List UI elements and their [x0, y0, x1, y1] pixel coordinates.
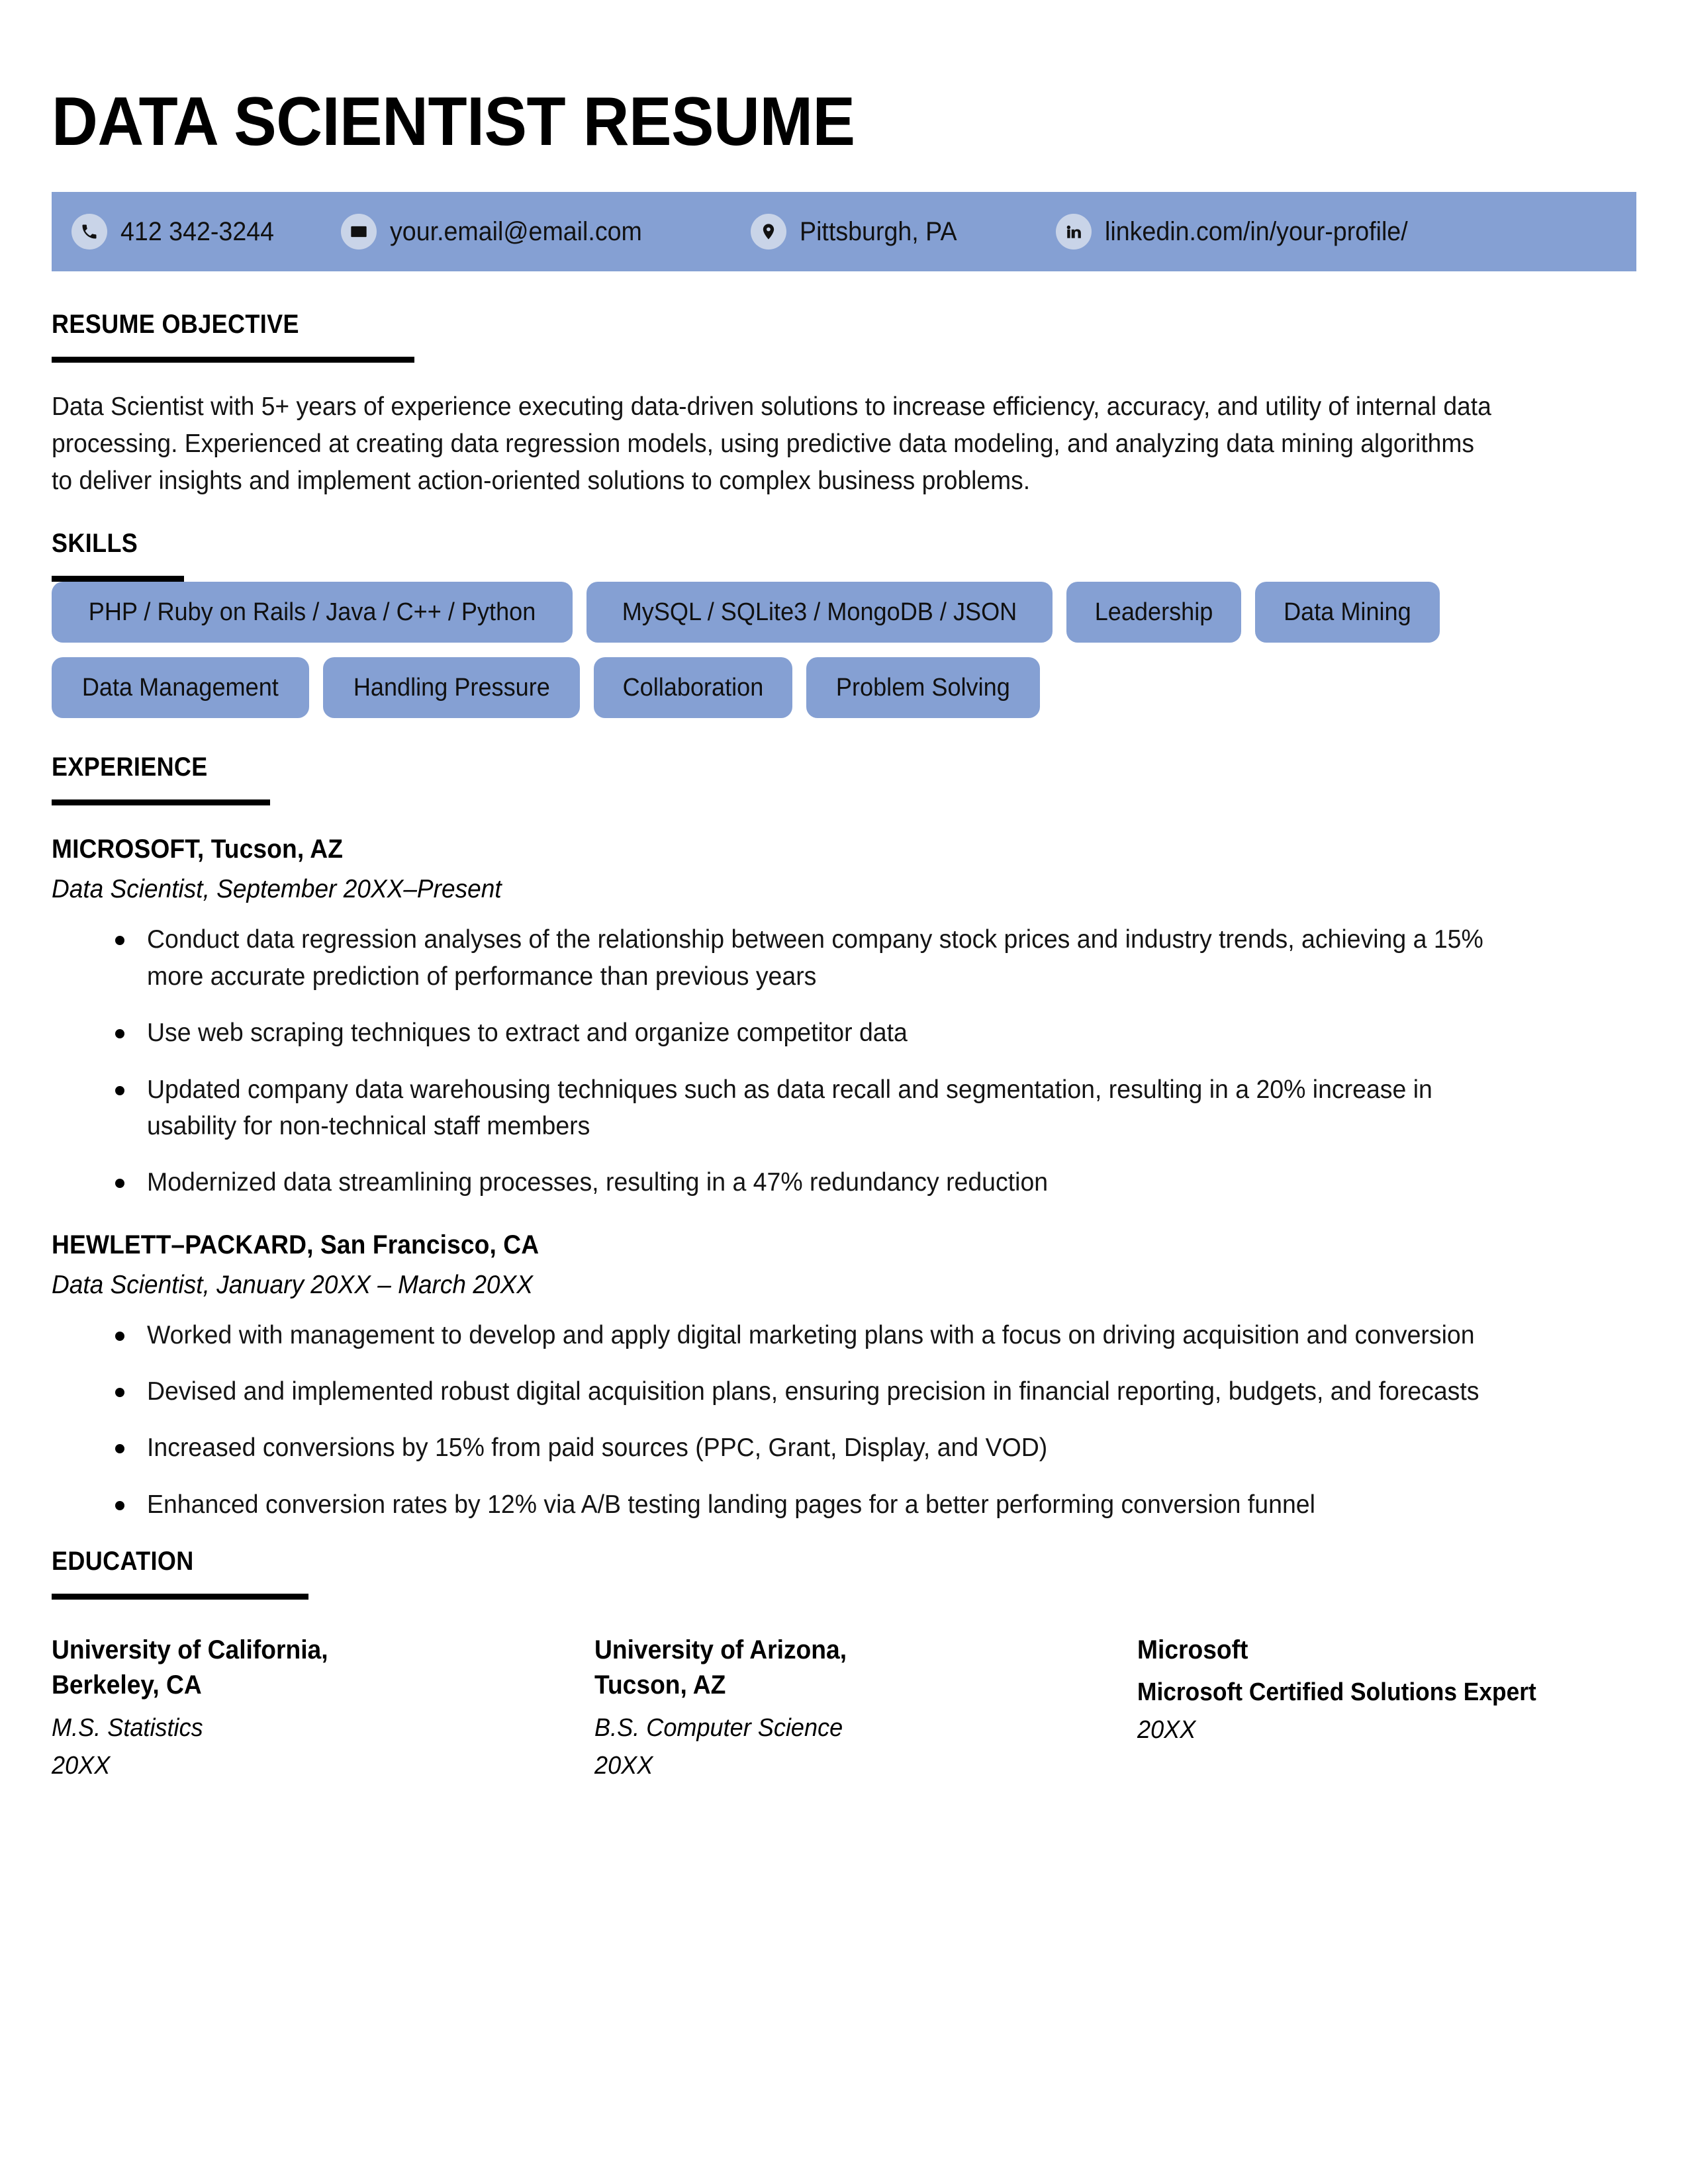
- objective-body-text: Data Scientist with 5+ years of experien…: [52, 392, 1491, 496]
- map-pin-icon: [751, 214, 787, 250]
- skill-pill: Collaboration: [594, 657, 793, 719]
- contact-location-text: Pittsburgh, PA: [800, 217, 957, 246]
- experience-job: MICROSOFT, Tucson, AZ Data Scientist, Sep…: [52, 835, 1636, 1201]
- experience-job-list: MICROSOFT, Tucson, AZ Data Scientist, Sep…: [52, 835, 1636, 1523]
- bullet-dot-icon: [115, 1085, 124, 1095]
- job-bullet-text: Devised and implemented robust digital a…: [147, 1377, 1479, 1406]
- job-bullet-list: Conduct data regression analyses of the …: [52, 921, 1636, 1201]
- job-bullet-text: Conduct data regression analyses of the …: [147, 925, 1483, 991]
- bullet-dot-icon: [115, 1029, 124, 1039]
- bullet-dot-icon: [115, 1500, 124, 1510]
- skills-pill-list: PHP / Ruby on Rails / Java / C++ / Pytho…: [52, 582, 1636, 733]
- section-rule-objective: [52, 357, 414, 363]
- job-bullet-text: Use web scraping techniques to extract a…: [147, 1019, 908, 1048]
- education-degree: Microsoft Certified Solutions Expert: [1137, 1678, 1536, 1707]
- bullet-dot-icon: [115, 936, 124, 946]
- contact-item-email[interactable]: your.email@email.com: [340, 214, 658, 250]
- section-heading-skills: SKILLS: [52, 529, 138, 559]
- contact-linkedin-text: linkedin.com/in/your-profile/: [1104, 217, 1408, 246]
- section-objective: RESUME OBJECTIVE Data Scientist with 5+ …: [52, 310, 1636, 500]
- education-school-name: University of Arizona, Tucson, AZ: [594, 1635, 847, 1700]
- education-year: 20XX: [52, 1751, 111, 1780]
- section-experience: EXPERIENCE MICROSOFT, Tucson, AZ Data Sci…: [52, 752, 1636, 1523]
- job-title-and-dates: Data Scientist, January 20XX – March 20X…: [52, 1270, 533, 1299]
- job-bullet-text: Modernized data streamlining processes, …: [147, 1168, 1049, 1197]
- skill-pill: PHP / Ruby on Rails / Java / C++ / Pytho…: [52, 582, 573, 643]
- contact-item-linkedin[interactable]: linkedin.com/in/your-profile/: [1055, 214, 1427, 250]
- job-bullet-list: Worked with management to develop and ap…: [52, 1317, 1636, 1524]
- linkedin-icon: [1055, 214, 1092, 250]
- skill-pill-label: Leadership: [1094, 598, 1213, 627]
- job-company-name: MICROSOFT, Tucson, AZ: [52, 835, 344, 864]
- skill-pill-label: Handling Pressure: [353, 674, 550, 702]
- skill-pill: Problem Solving: [806, 657, 1040, 719]
- section-rule-skills: [52, 576, 184, 582]
- bullet-dot-icon: [115, 1179, 124, 1189]
- education-degree: B.S. Computer Science: [594, 1713, 843, 1742]
- job-bullet-item: Updated company data warehousing techniq…: [52, 1071, 1636, 1145]
- job-bullet-item: Modernized data streamlining processes, …: [52, 1164, 1636, 1201]
- job-bullet-text: Increased conversions by 15% from paid s…: [147, 1433, 1048, 1463]
- skill-pill-label: Collaboration: [622, 674, 764, 702]
- contact-item-location[interactable]: Pittsburgh, PA: [751, 214, 967, 250]
- skill-pill-label: MySQL / SQLite3 / MongoDB / JSON: [622, 598, 1017, 627]
- education-year: 20XX: [1137, 1716, 1196, 1745]
- contact-item-phone[interactable]: 412 342-3244: [71, 214, 284, 250]
- bullet-dot-icon: [115, 1444, 124, 1454]
- job-bullet-text: Updated company data warehousing techniq…: [147, 1075, 1432, 1140]
- education-entry-grid: University of California, Berkeley, CA M.…: [52, 1633, 1636, 1780]
- education-degree: M.S. Statistics: [52, 1713, 203, 1742]
- resume-page: DATA SCIENTIST RESUME 412 342-3244 your.…: [0, 0, 1688, 2184]
- section-heading-experience: EXPERIENCE: [52, 752, 208, 782]
- job-bullet-item: Devised and implemented robust digital a…: [52, 1373, 1636, 1410]
- section-heading-education: EDUCATION: [52, 1547, 194, 1576]
- envelope-icon: [340, 214, 377, 250]
- job-bullet-item: Worked with management to develop and ap…: [52, 1317, 1636, 1353]
- job-bullet-text: Worked with management to develop and ap…: [147, 1320, 1475, 1349]
- contact-email-text: your.email@email.com: [389, 217, 642, 246]
- education-entry: University of Arizona, Tucson, AZ B.S. Co…: [594, 1633, 1137, 1780]
- education-school-name: Microsoft: [1137, 1635, 1248, 1665]
- education-entry: Microsoft Microsoft Certified Solutions E…: [1137, 1633, 1680, 1780]
- section-education: EDUCATION University of California, Berk…: [52, 1547, 1636, 1780]
- page-title: DATA SCIENTIST RESUME: [52, 83, 855, 160]
- skill-pill: Data Mining: [1255, 582, 1440, 643]
- section-skills: SKILLS PHP / Ruby on Rails / Java / C++ …: [52, 529, 1636, 733]
- job-bullet-item: Conduct data regression analyses of the …: [52, 921, 1636, 995]
- section-rule-education: [52, 1594, 308, 1600]
- section-heading-objective: RESUME OBJECTIVE: [52, 310, 299, 339]
- job-title-and-dates: Data Scientist, September 20XX–Present: [52, 875, 502, 904]
- skill-pill: Data Management: [52, 657, 309, 719]
- job-company-name: HEWLETT–PACKARD, San Francisco, CA: [52, 1230, 539, 1259]
- skill-pill: MySQL / SQLite3 / MongoDB / JSON: [586, 582, 1053, 643]
- section-rule-experience: [52, 799, 270, 806]
- experience-job: HEWLETT–PACKARD, San Francisco, CA Data S…: [52, 1230, 1636, 1524]
- job-bullet-item: Enhanced conversion rates by 12% via A/B…: [52, 1486, 1636, 1523]
- education-school-name: University of California, Berkeley, CA: [52, 1635, 328, 1700]
- phone-icon: [71, 214, 107, 250]
- education-year: 20XX: [594, 1751, 653, 1780]
- skill-pill: Leadership: [1066, 582, 1242, 643]
- skill-pill-label: Data Mining: [1284, 598, 1411, 627]
- job-bullet-item: Increased conversions by 15% from paid s…: [52, 1430, 1636, 1466]
- skill-pill-label: Data Management: [81, 674, 279, 702]
- education-entry: University of California, Berkeley, CA M.…: [52, 1633, 594, 1780]
- skill-pill-label: PHP / Ruby on Rails / Java / C++ / Pytho…: [88, 598, 536, 627]
- bullet-dot-icon: [115, 1388, 124, 1398]
- job-bullet-item: Use web scraping techniques to extract a…: [52, 1015, 1636, 1051]
- skill-pill-label: Problem Solving: [836, 674, 1010, 702]
- skill-pill: Handling Pressure: [322, 657, 581, 719]
- contact-phone-text: 412 342-3244: [120, 217, 275, 246]
- job-bullet-text: Enhanced conversion rates by 12% via A/B…: [147, 1490, 1315, 1519]
- bullet-dot-icon: [115, 1331, 124, 1341]
- contact-bar: 412 342-3244 your.email@email.com Pittsb…: [52, 192, 1636, 271]
